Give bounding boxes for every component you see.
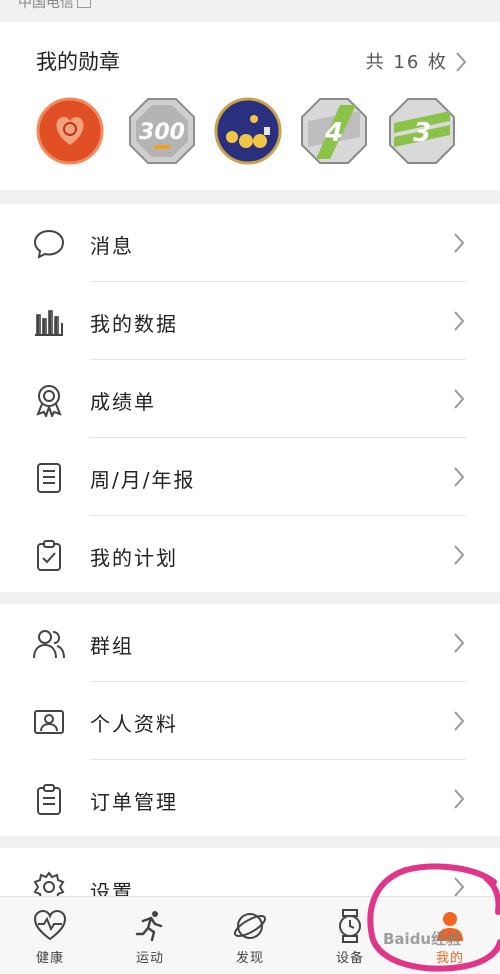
menu-item-my-data[interactable]: 我的数据 [0,282,500,360]
chart-icon [35,310,63,336]
chevron-right-icon [454,311,465,331]
tab-label: 运动 [135,951,164,966]
3-medal-icon[interactable]: 3 [388,97,456,165]
message-icon [33,229,65,259]
menu-item-report-card[interactable]: 成绩单 [0,360,500,438]
watch-icon [339,909,361,943]
svg-text:300: 300 [139,120,185,145]
badge-title: 我的勋章 [36,50,120,74]
tab-label: 发现 [235,951,264,966]
profile-icon [34,710,64,734]
status-carrier: 中国电信 [18,0,91,12]
badge-count[interactable]: 共 16 枚 [366,48,448,74]
menu-item-label: 成绩单 [90,390,156,414]
menu-item-messages[interactable]: 消息 [0,204,500,282]
chevron-right-icon[interactable] [454,51,468,73]
badge-card[interactable]: 我的勋章 共 16 枚 300 4 3 [0,22,500,190]
discover-icon [233,913,267,939]
menu-item-label: 订单管理 [90,790,178,814]
menu-item-label: 我的数据 [90,312,178,336]
menu-section-main: 消息 我的数据 成绩单 周/月/年报 我的计划 [0,204,500,592]
chevron-right-icon [454,233,465,253]
tab-devices[interactable]: 设备 [300,897,400,974]
menu-item-profile[interactable]: 个人资料 [0,682,500,760]
menu-item-label: 设置 [90,880,134,896]
menu-item-periodic-report[interactable]: 周/月/年报 [0,438,500,516]
award-icon [36,385,62,417]
tab-exercise[interactable]: 运动 [100,897,200,974]
bottom-tab-bar: 健康 运动 发现 设备 我的 [0,896,500,974]
tab-label: 设备 [335,951,364,966]
sim-icon [77,0,91,8]
tab-discover[interactable]: 发现 [200,897,300,974]
menu-section-settings: 设置 [0,848,500,896]
health-icon [33,909,67,941]
4-medal-icon[interactable]: 4 [300,97,368,165]
plan-icon [37,540,61,571]
chevron-right-icon [454,877,465,896]
tab-label: 我的 [435,951,464,966]
menu-item-label: 消息 [90,234,134,258]
svg-text:3: 3 [413,118,431,148]
heart-medal-icon[interactable] [36,97,104,165]
report-icon [37,463,61,493]
menu-item-settings[interactable]: 设置 [0,848,500,896]
menu-item-groups[interactable]: 群组 [0,604,500,682]
night-medal-icon[interactable] [214,97,282,165]
menu-item-label: 群组 [90,634,134,658]
tab-label: 健康 [35,951,64,966]
me-icon [437,912,463,941]
300-medal-icon[interactable]: 300 [128,97,196,165]
chevron-right-icon [454,389,465,409]
settings-icon [33,871,65,896]
order-icon [37,784,61,815]
tab-me[interactable]: 我的 [400,897,500,974]
chevron-right-icon [454,467,465,487]
menu-item-label: 个人资料 [90,712,178,736]
run-icon [135,911,163,942]
badge-list: 300 4 3 [36,97,466,169]
menu-item-my-plan[interactable]: 我的计划 [0,516,500,594]
svg-text:4: 4 [324,118,343,148]
chevron-right-icon [454,545,465,565]
menu-item-label: 我的计划 [90,546,178,570]
chevron-right-icon [454,711,465,731]
menu-item-orders[interactable]: 订单管理 [0,760,500,838]
chevron-right-icon [454,789,465,809]
chevron-right-icon [454,633,465,653]
tab-health[interactable]: 健康 [0,897,100,974]
menu-item-label: 周/月/年报 [90,468,196,492]
group-icon [33,630,65,659]
menu-section-account: 群组 个人资料 订单管理 [0,604,500,836]
